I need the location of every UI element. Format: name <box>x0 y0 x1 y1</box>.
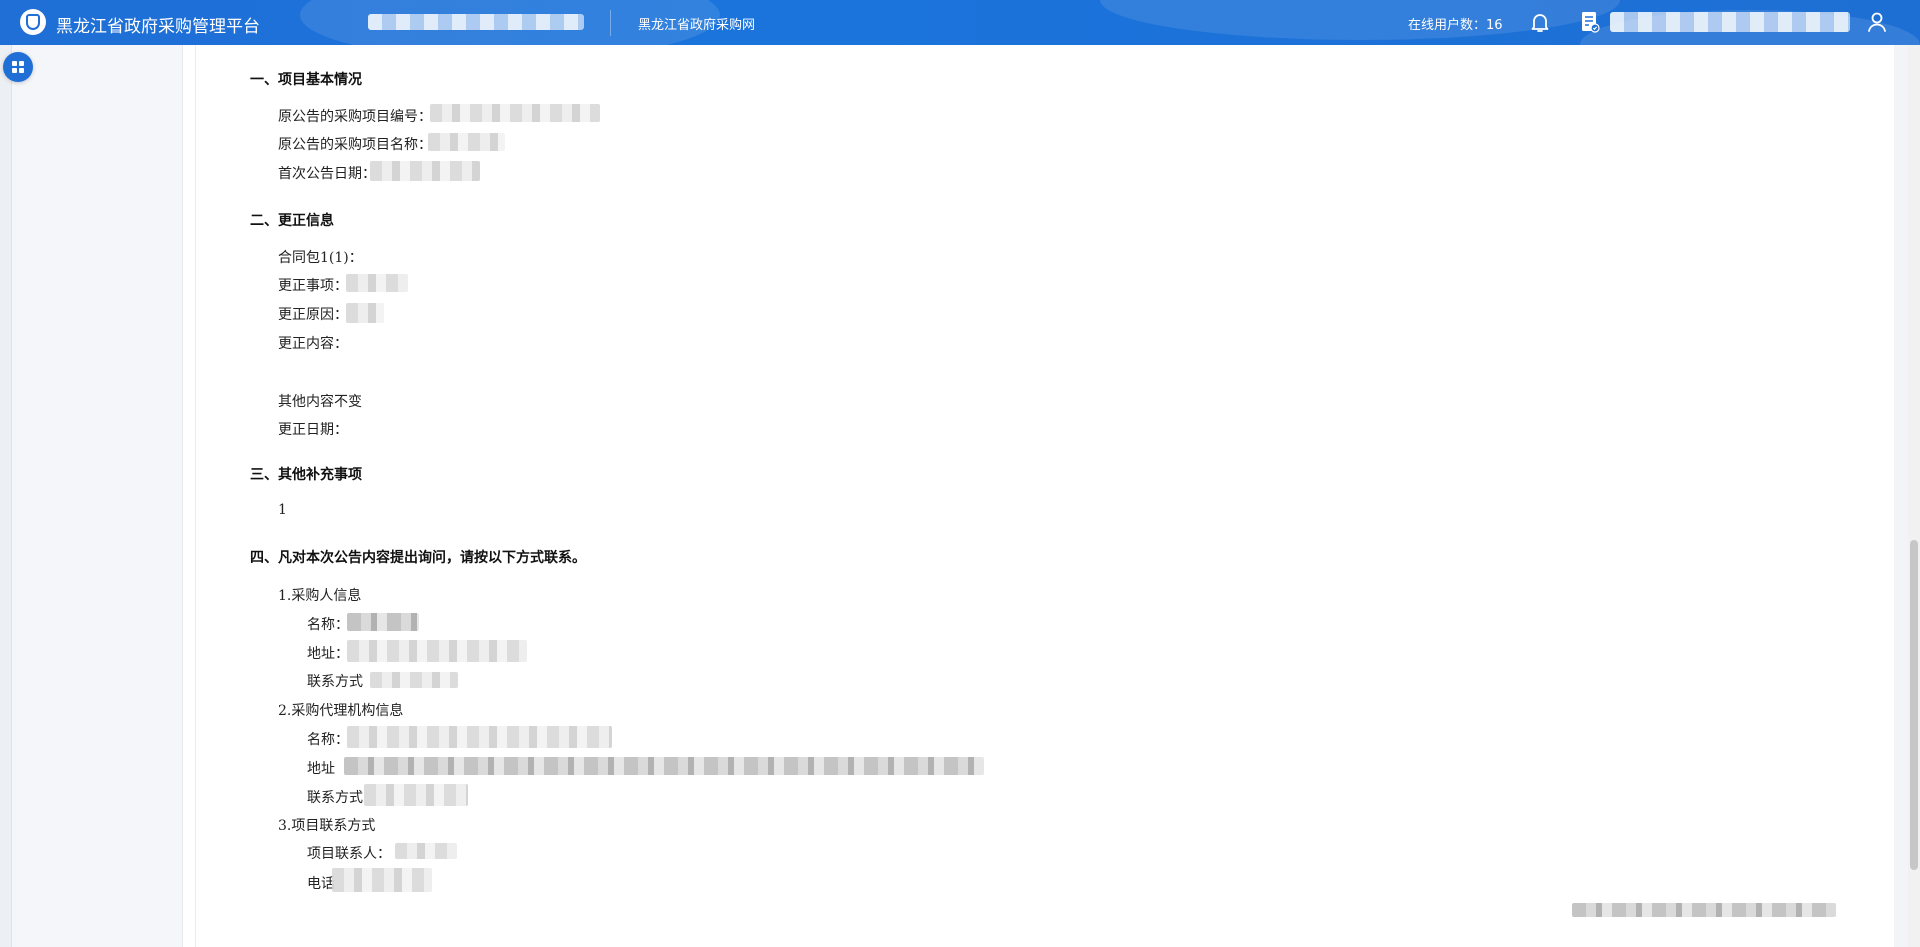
orig-project-name-label: 原公告的采购项目名称： <box>278 137 432 153</box>
agency-name-label: 名称： <box>307 732 349 748</box>
redacted-value <box>364 784 468 806</box>
header-divider <box>610 10 611 36</box>
redacted-value <box>430 104 600 122</box>
section-title-basic: 一、项目基本情况 <box>250 72 362 88</box>
redacted-value <box>395 843 457 859</box>
document-check-icon[interactable] <box>1578 10 1602 34</box>
buyer-address-label: 地址： <box>307 646 349 662</box>
contract-package-label: 合同包1(1)： <box>278 250 363 266</box>
buyer-contact-label: 联系方式 <box>307 674 363 690</box>
redacted-value <box>370 161 480 181</box>
sidebar <box>12 45 182 947</box>
redacted-value <box>347 640 527 662</box>
redacted-value <box>347 726 612 748</box>
project-contact-person-label: 项目联系人： <box>307 846 391 862</box>
online-users-count: 在线用户数：16 <box>1408 18 1503 33</box>
portal-link[interactable]: 黑龙江省政府采购网 <box>638 14 755 33</box>
redacted-value <box>346 303 384 323</box>
redacted-signature <box>1572 903 1836 917</box>
redacted-value <box>346 274 408 292</box>
correction-content-label: 更正内容： <box>278 336 348 352</box>
agency-info-heading: 2.采购代理机构信息 <box>278 703 404 719</box>
grid-menu-icon[interactable] <box>3 52 33 82</box>
redacted-value <box>344 757 984 775</box>
first-announce-date-label: 首次公告日期： <box>278 166 376 182</box>
orig-project-no-label: 原公告的采购项目编号： <box>278 109 432 125</box>
redacted-value <box>370 672 458 688</box>
bell-icon[interactable] <box>1528 10 1552 34</box>
shield-logo-icon <box>20 9 46 35</box>
section-title-correction: 二、更正信息 <box>250 213 334 229</box>
redacted-value <box>347 613 419 631</box>
correction-date-label: 更正日期： <box>278 422 348 438</box>
app-title: 黑龙江省政府采购管理平台 <box>56 17 260 37</box>
correction-reason-label: 更正原因： <box>278 307 348 323</box>
other-unchanged-text: 其他内容不变 <box>278 394 362 410</box>
redacted-value <box>332 868 432 892</box>
correction-item-label: 更正事项： <box>278 278 348 294</box>
supplement-value: 1 <box>278 502 287 518</box>
redacted-value <box>428 133 505 151</box>
project-contact-heading: 3.项目联系方式 <box>278 818 376 834</box>
redacted-header-info <box>368 14 584 30</box>
redacted-user-info <box>1610 12 1850 32</box>
user-icon[interactable] <box>1865 10 1889 34</box>
top-header: 黑龙江省政府采购管理平台 黑龙江省政府采购网 在线用户数：16 <box>0 0 1920 45</box>
section-title-supplement: 三、其他补充事项 <box>250 467 362 483</box>
agency-address-label: 地址 <box>307 761 335 777</box>
scrollbar-thumb[interactable] <box>1910 540 1918 870</box>
section-title-contact: 四、凡对本次公告内容提出询问，请按以下方式联系。 <box>250 550 586 566</box>
agency-contact-label: 联系方式 <box>307 790 363 806</box>
phone-label: 电话 <box>307 876 335 892</box>
buyer-name-label: 名称： <box>307 617 349 633</box>
left-rail <box>0 45 12 947</box>
buyer-info-heading: 1.采购人信息 <box>278 588 362 604</box>
